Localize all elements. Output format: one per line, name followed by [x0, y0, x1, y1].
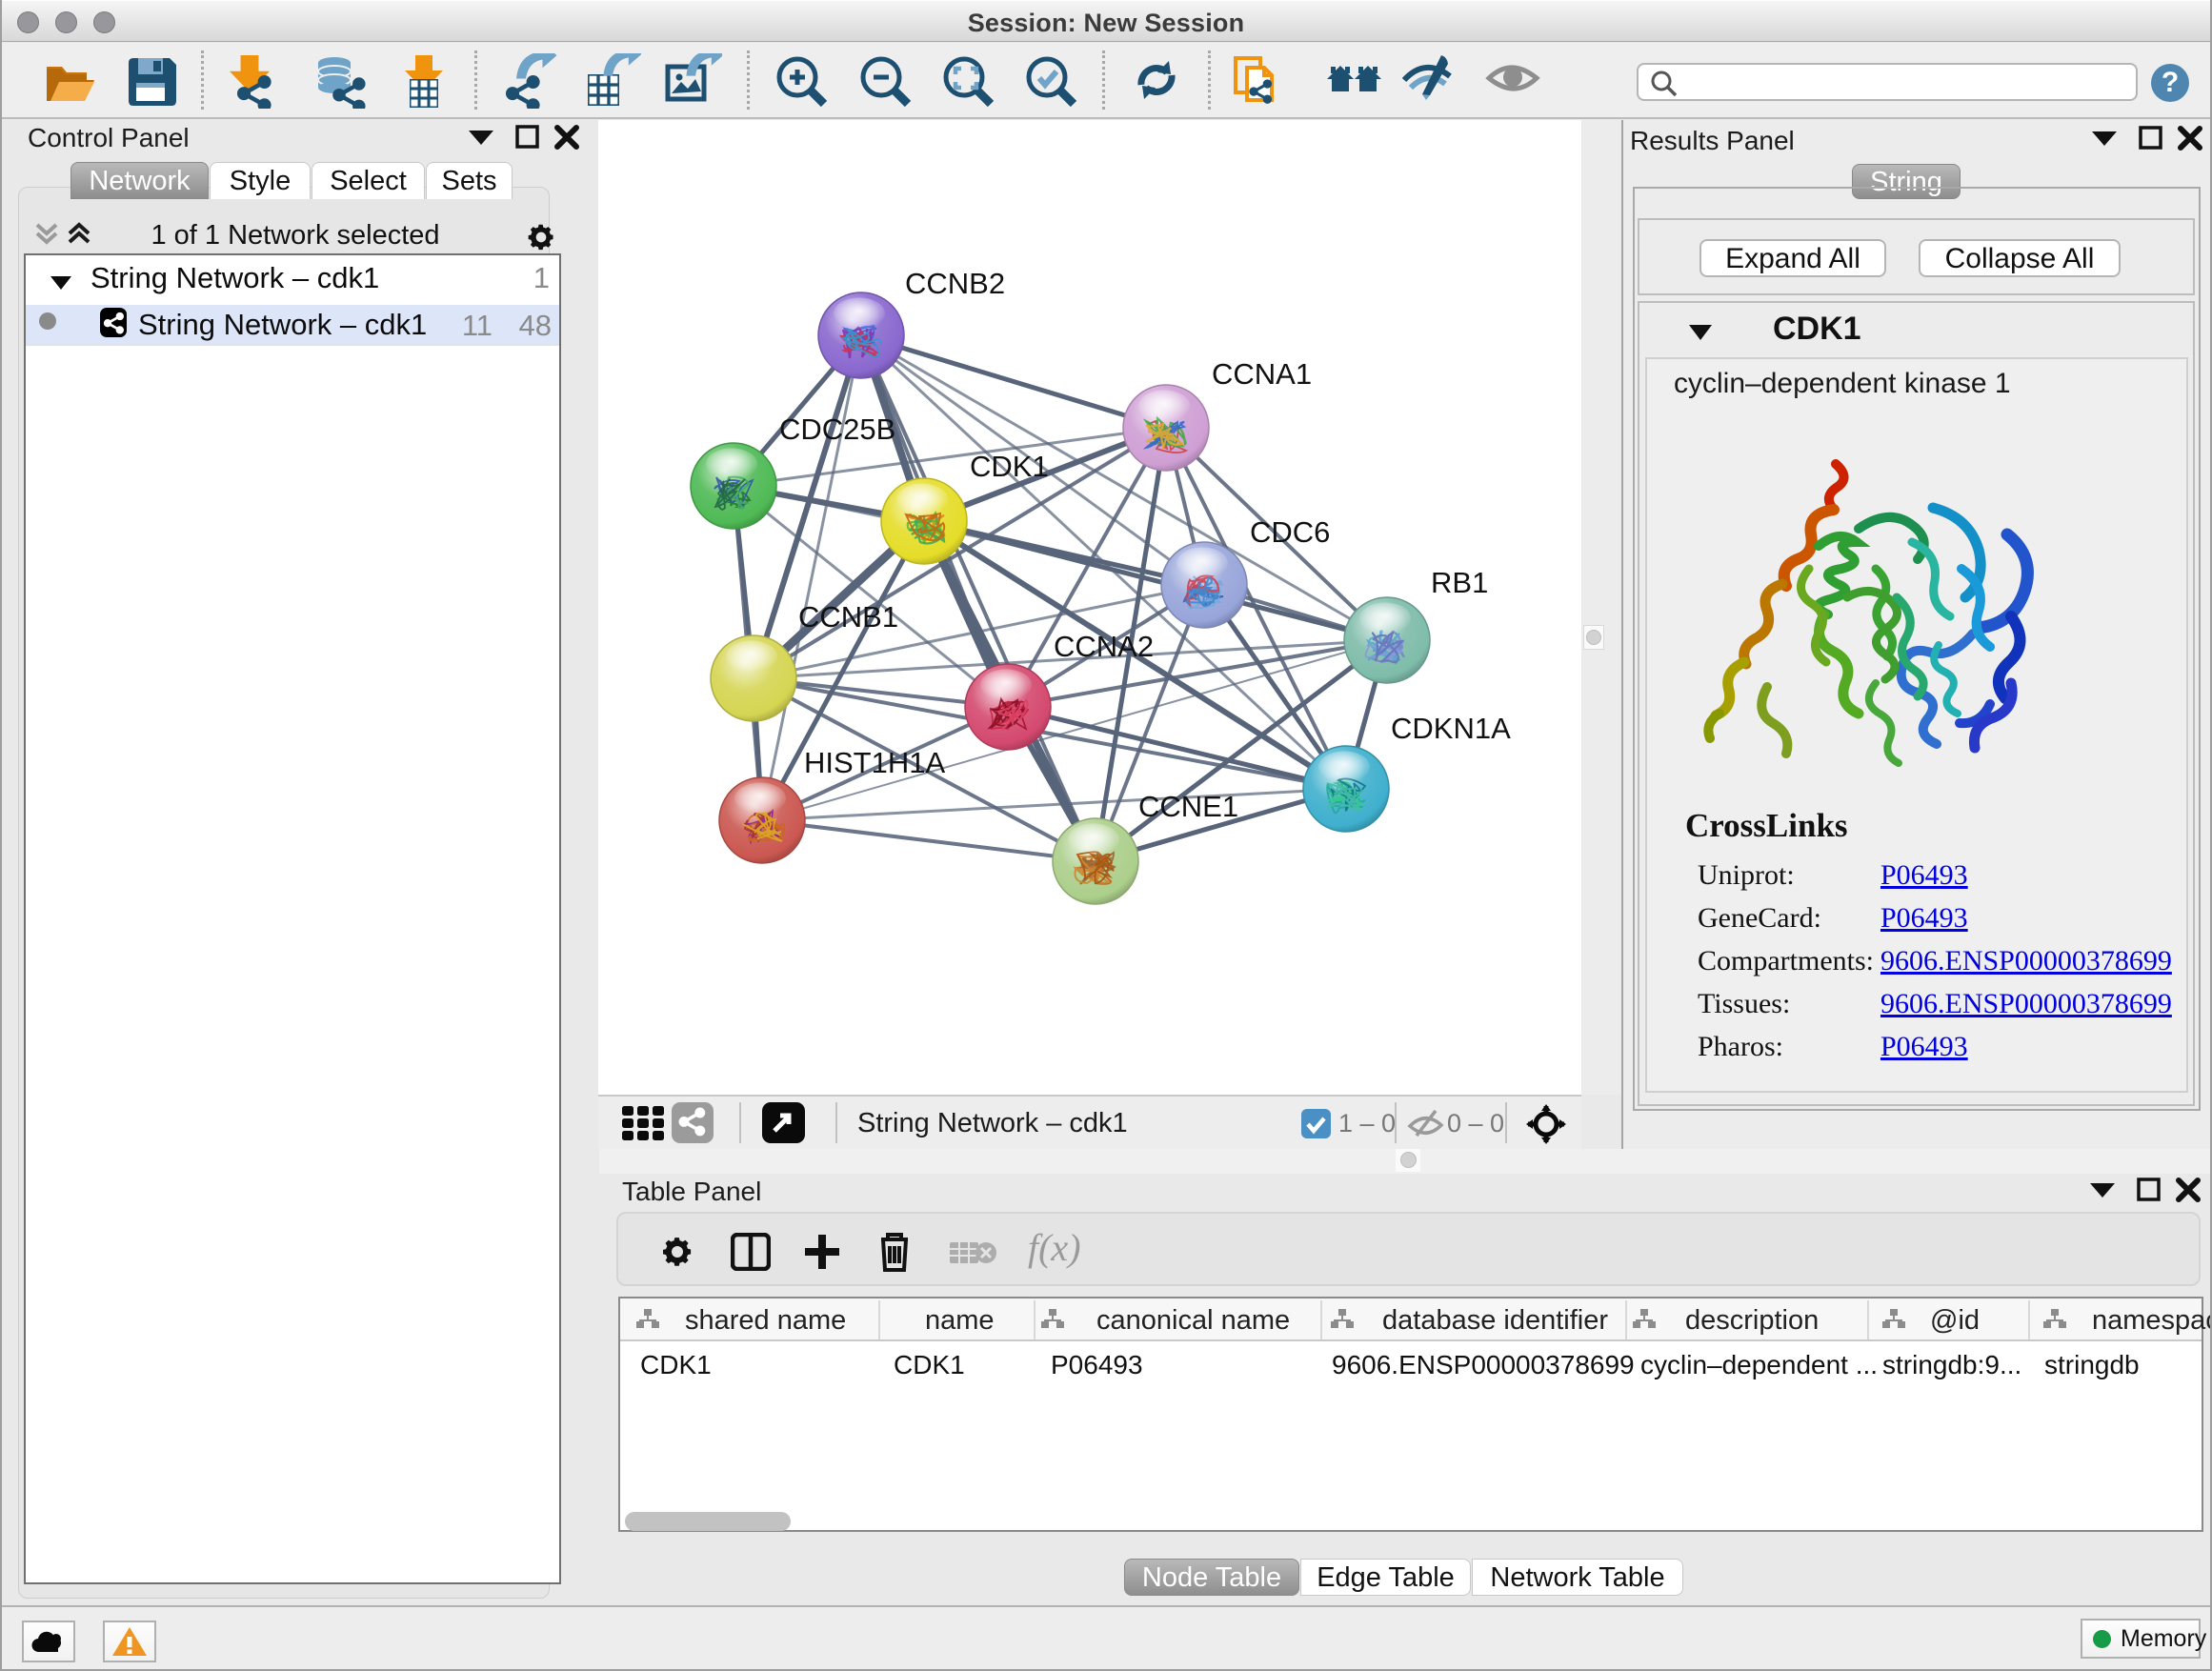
svg-text:CDKN1A: CDKN1A — [1391, 712, 1511, 745]
svg-text:RB1: RB1 — [1431, 566, 1488, 599]
svg-text:CDC25B: CDC25B — [779, 413, 895, 446]
svg-text:CCNB2: CCNB2 — [905, 267, 1005, 300]
svg-text:CCNA1: CCNA1 — [1212, 357, 1312, 391]
svg-text:HIST1H1A: HIST1H1A — [804, 746, 945, 779]
svg-text:CDK1: CDK1 — [970, 450, 1049, 483]
svg-text:CCNA2: CCNA2 — [1054, 630, 1154, 663]
svg-text:?: ? — [2162, 67, 2179, 98]
svg-text:CDC6: CDC6 — [1250, 515, 1330, 549]
svg-text:CCNB1: CCNB1 — [798, 600, 898, 634]
svg-text:CCNE1: CCNE1 — [1138, 790, 1238, 823]
